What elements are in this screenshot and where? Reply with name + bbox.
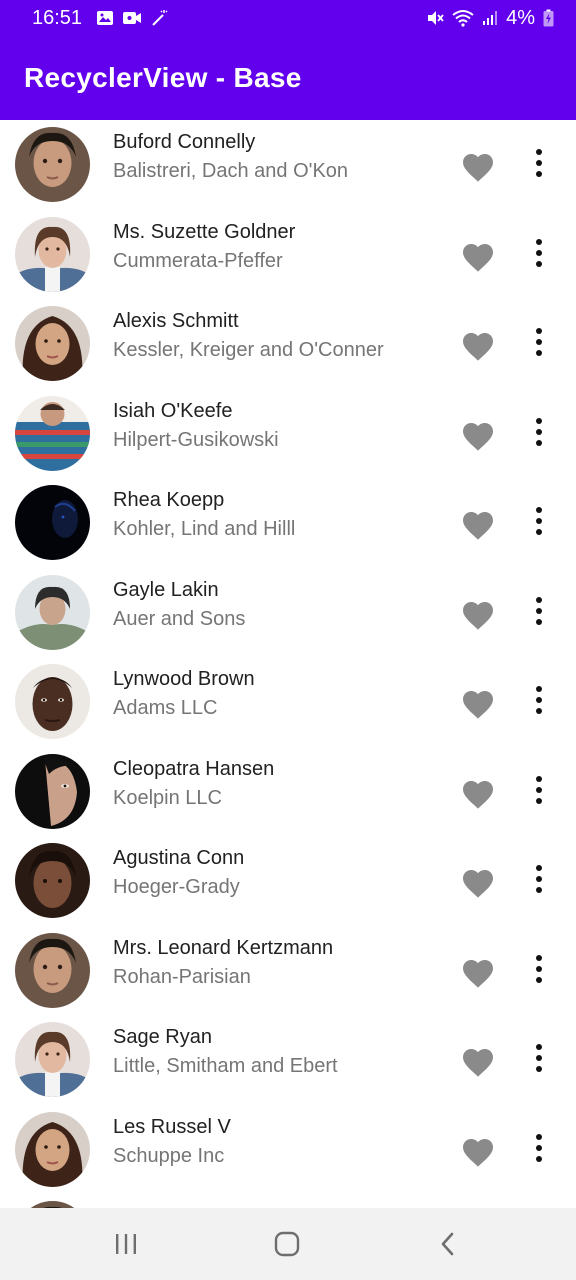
heart-icon[interactable] [460,1044,496,1078]
more-vertical-icon[interactable] [527,236,551,272]
avatar [15,127,90,202]
more-vertical-icon[interactable] [527,594,551,630]
list-item[interactable]: Cleopatra Hansen Koelpin LLC [0,747,576,837]
contact-company: Balistreri, Dach and O'Kon [113,160,349,182]
heart-icon[interactable] [460,418,496,452]
avatar [15,216,90,292]
contact-name: Sage Ryan [113,1026,212,1048]
contact-company: Kohler, Lind and Hilll [113,518,296,540]
recent-apps-icon[interactable] [102,1226,150,1262]
list-item[interactable]: Lynwood Brown Adams LLC [0,657,576,747]
more-vertical-icon[interactable] [527,1041,551,1077]
avatar [15,395,90,471]
contact-name: Les Russel V [113,1115,231,1138]
signal-icon [482,10,498,26]
contact-company: Koelpin LLC [113,786,222,809]
heart-icon[interactable] [460,955,496,989]
more-vertical-icon[interactable] [527,504,551,540]
list-item[interactable]: Sage Ryan Little, Smitham and Ebert [0,1015,576,1105]
list-item[interactable]: Agustina Conn Hoeger-Grady [0,836,576,926]
contact-name: Agustina Conn [113,847,245,869]
avatar [15,1201,90,1208]
avatar [15,843,90,918]
avatar [15,932,90,1008]
contact-company: Schuppe Inc [113,1144,225,1167]
heart-icon[interactable] [460,149,496,183]
list-item[interactable]: Rhea Koepp Kohler, Lind and Hilll [0,478,576,568]
list-item[interactable]: Ms. Suzette Goldner Cummerata-Pfeffer [0,210,576,300]
more-vertical-icon[interactable] [527,415,551,451]
heart-icon[interactable] [460,328,496,362]
list-item[interactable]: Mrs. Leonard Kertzmann Rohan-Parisian [0,926,576,1016]
heart-icon[interactable] [460,239,496,273]
more-vertical-icon[interactable] [527,952,551,988]
heart-icon[interactable] [460,865,496,899]
status-time: 16:51 [32,6,83,29]
status-right: 4% [426,7,554,30]
contact-name: Cleopatra Hansen [113,757,275,780]
heart-icon[interactable] [460,776,496,810]
contact-list[interactable]: Buford Connelly Balistreri, Dach and O'K… [0,120,576,1208]
contact-name: Buford Connelly [113,131,256,153]
status-left: 16:51 [32,7,168,30]
list-item[interactable]: Alexis Schmitt Kessler, Kreiger and O'Co… [0,299,576,389]
contact-company: Kessler, Kreiger and O'Conner [113,339,384,361]
status-bar: 16:51 4% [0,0,576,36]
avatar [15,574,90,650]
more-vertical-icon[interactable] [527,146,551,182]
heart-icon[interactable] [460,507,496,541]
contact-name: Alexis Schmitt [113,310,239,332]
heart-icon[interactable] [460,597,496,631]
more-vertical-icon[interactable] [527,325,551,361]
more-vertical-icon[interactable] [527,773,551,809]
contact-company: Rohan-Parisian [113,965,251,988]
avatar [15,1111,90,1187]
more-vertical-icon[interactable] [527,1131,551,1167]
list-item[interactable] [0,1194,576,1208]
app-title: RecyclerView - Base [24,62,302,93]
navigation-bar [0,1208,576,1280]
avatar [15,753,90,829]
home-icon[interactable] [263,1226,311,1262]
contact-name: Ms. Suzette Goldner [113,220,296,243]
list-item[interactable]: Les Russel V Schuppe Inc [0,1105,576,1195]
list-item[interactable]: Isiah O'Keefe Hilpert-Gusikowski [0,389,576,479]
list-item[interactable]: Gayle Lakin Auer and Sons [0,568,576,658]
gallery-icon [96,10,114,26]
contact-company: Little, Smitham and Ebert [113,1055,338,1077]
contact-name: Gayle Lakin [113,578,219,601]
contact-company: Auer and Sons [113,607,246,630]
video-icon [122,11,142,25]
app-bar: RecyclerView - Base [0,36,576,120]
contact-company: Adams LLC [113,697,218,719]
battery-charging-icon [543,9,554,27]
contact-company: Hoeger-Grady [113,876,240,898]
list-item[interactable]: Buford Connelly Balistreri, Dach and O'K… [0,120,576,210]
battery-percentage: 4% [506,6,535,29]
avatar [15,664,90,739]
contact-name: Lynwood Brown [113,668,255,690]
magic-wand-icon [150,9,168,27]
wifi-icon [452,9,474,27]
mute-icon [426,9,444,27]
heart-icon[interactable] [460,686,496,720]
more-vertical-icon[interactable] [527,862,551,898]
contact-name: Isiah O'Keefe [113,399,233,422]
avatar [15,1022,90,1097]
avatar [15,306,90,381]
back-icon[interactable] [424,1226,472,1262]
avatar [15,485,90,560]
contact-name: Rhea Koepp [113,489,225,511]
more-vertical-icon[interactable] [527,683,551,719]
contact-name: Mrs. Leonard Kertzmann [113,936,334,959]
heart-icon[interactable] [460,1134,496,1168]
contact-company: Hilpert-Gusikowski [113,428,279,451]
contact-company: Cummerata-Pfeffer [113,249,283,272]
